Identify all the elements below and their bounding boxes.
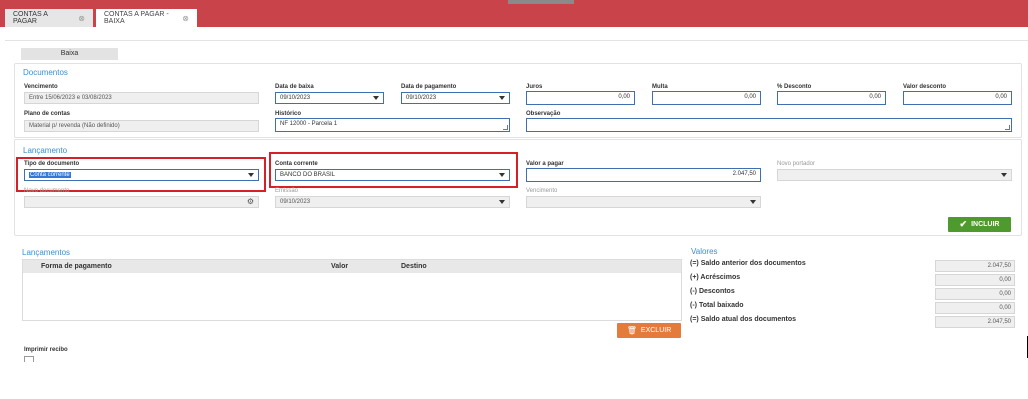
novo-portador-label: Novo portador [777,161,816,167]
saldo-anterior-value: 2.047,50 [935,260,1015,272]
historico-value: NF 12000 - Parcela 1 [280,121,338,127]
table-header: Forma de pagamento Valor Destino [23,260,681,273]
emissao-value: 09/10/2023 [280,199,311,205]
saldo-atual-label: (=) Saldo atual dos documentos [690,316,796,323]
check-icon: ✔ [959,219,968,229]
tab-label: CONTAS A PAGAR [13,11,48,25]
vencimento-lanc-label: Vencimento [526,188,558,194]
historico-textarea[interactable]: NF 12000 - Parcela 1 [275,118,510,132]
baixa-button[interactable]: Baixa [21,48,118,60]
header-notch [508,0,574,4]
data-pagamento-select[interactable]: 09/10/2023 [401,92,510,104]
novo-portador-select[interactable] [777,169,1012,181]
incluir-button[interactable]: ✔ INCLUIR [948,217,1011,232]
excluir-label: EXCLUIR [640,327,672,334]
data-pagamento-label: Data de pagamento [401,84,457,90]
multa-input[interactable]: 0,00 [652,91,761,105]
valor-desconto-label: Valor desconto [903,84,947,90]
documentos-title: Documentos [23,68,68,77]
data-baixa-value: 09/10/2023 [280,95,311,101]
highlight-frame [16,157,266,192]
juros-input[interactable]: 0,00 [526,91,635,105]
header-spacer [23,260,41,273]
resize-grip-icon[interactable] [503,125,508,130]
tab-contas-a-pagar[interactable]: CONTAS A PAGAR ⊗ [5,9,93,27]
resize-grip-icon[interactable] [1005,125,1010,130]
excluir-button[interactable]: 🗑 EXCLUIR [617,323,681,338]
column-forma-pagamento[interactable]: Forma de pagamento [41,260,331,273]
chevron-down-icon [750,200,756,204]
imprimir-recibo-checkbox[interactable] [24,356,34,362]
close-icon[interactable]: ⊗ [182,14,189,23]
valor-desconto-input[interactable]: 0,00 [903,91,1012,105]
lancamentos-table: Forma de pagamento Valor Destino [22,259,682,321]
descontos-label: (-) Descontos [690,288,735,295]
multa-label: Multa [652,84,668,90]
novo-documento-field[interactable]: ⚙ [24,196,259,208]
imprimir-recibo-label: Imprimir recibo [24,347,68,353]
gear-icon[interactable]: ⚙ [247,197,254,207]
tab-contas-a-pagar-baixa[interactable]: CONTAS A PAGAR - BAIXA ⊗ [96,9,197,27]
lancamento-title: Lançamento [23,146,68,155]
observacao-textarea[interactable] [526,118,1012,132]
plano-contas-field: Material p/ revenda (Não definido) [24,120,259,132]
juros-label: Juros [526,84,543,90]
historico-label: Histórico [275,111,302,117]
pct-desconto-input[interactable]: 0,00 [777,91,886,105]
data-baixa-label: Data de baixa [275,84,314,90]
emissao-select[interactable]: 09/10/2023 [275,196,510,208]
valor-pagar-input[interactable]: 2.047,50 [526,168,761,182]
vencimento-field: Entre 15/06/2023 e 03/08/2023 [24,92,259,104]
chevron-down-icon [373,96,379,100]
chevron-down-icon [499,96,505,100]
highlight-frame [269,152,518,188]
chevron-down-icon [499,200,505,204]
vencimento-label: Vencimento [24,84,58,90]
chevron-down-icon [1001,173,1007,177]
column-destino[interactable]: Destino [401,260,601,273]
column-valor[interactable]: Valor [331,260,401,273]
total-baixado-label: (-) Total baixado [690,302,744,309]
observacao-label: Observação [526,111,561,117]
close-icon[interactable]: ⊗ [78,14,85,23]
acrescimos-label: (+) Acréscimos [690,274,741,281]
saldo-anterior-label: (=) Saldo anterior dos documentos [690,260,806,267]
plano-contas-label: Plano de contas [24,111,71,117]
vencimento-lanc-select[interactable] [526,196,761,208]
data-baixa-select[interactable]: 09/10/2023 [275,92,384,104]
valores-title: Valores [691,247,718,256]
pct-desconto-label: % Desconto [777,84,812,90]
tab-label: CONTAS A PAGAR - BAIXA [104,11,169,25]
acrescimos-value: 0,00 [935,274,1015,286]
incluir-label: INCLUIR [971,221,1000,228]
saldo-atual-value: 2.047,50 [935,316,1015,328]
valor-pagar-label: Valor a pagar [526,161,564,167]
descontos-value: 0,00 [935,288,1015,300]
novo-documento-label: Novo documento [24,188,70,194]
emissao-label: Emissão [275,188,299,194]
total-baixado-value: 0,00 [935,302,1015,314]
trash-icon: 🗑 [626,326,637,335]
divider [5,40,1028,41]
lancamentos-title: Lançamentos [22,248,71,257]
data-pagamento-value: 09/10/2023 [406,95,437,101]
